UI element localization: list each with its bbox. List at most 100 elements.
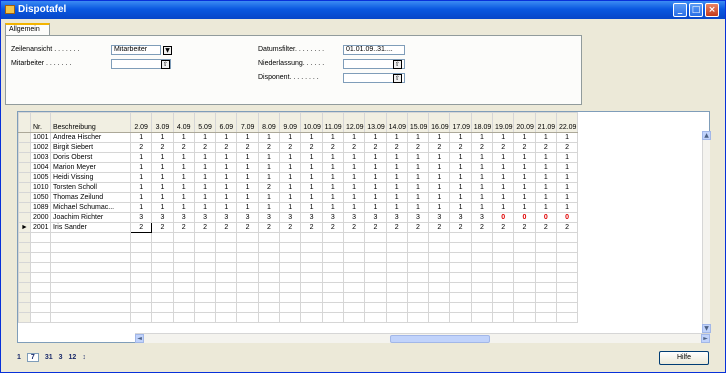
cell-day-value[interactable]: 1 <box>406 152 430 163</box>
cell-day-value[interactable] <box>492 292 515 303</box>
cell-beschreibung[interactable]: Torsten Scholl <box>50 182 131 193</box>
cell-day-value[interactable]: 1 <box>364 132 387 143</box>
cell-day-value[interactable]: 1 <box>129 192 153 203</box>
cell-day-value[interactable] <box>236 232 259 243</box>
cell-day-value[interactable]: 1 <box>470 192 494 203</box>
cell-nr[interactable]: 2001 <box>30 222 51 233</box>
cell-day-value[interactable]: 3 <box>428 212 451 223</box>
cell-day-value[interactable]: 1 <box>279 132 302 143</box>
cell-day-value[interactable] <box>428 302 451 313</box>
row-selector[interactable] <box>18 252 31 263</box>
row-selector[interactable] <box>18 162 31 173</box>
cell-day-value[interactable] <box>321 262 344 273</box>
cell-beschreibung[interactable] <box>50 292 131 303</box>
cell-day-value[interactable] <box>513 292 536 303</box>
cell-day-value[interactable]: 1 <box>215 202 238 213</box>
pager-item[interactable]: 3 <box>59 354 63 361</box>
cell-day-value[interactable]: 2 <box>257 222 281 233</box>
cell-day-value[interactable] <box>321 232 344 243</box>
cell-day-value[interactable]: 1 <box>300 182 323 193</box>
cell-day-value[interactable]: 2 <box>172 222 195 233</box>
cell-day-value[interactable] <box>534 302 557 313</box>
row-selector[interactable] <box>18 292 31 303</box>
cell-day-value[interactable] <box>470 302 494 313</box>
cell-day-value[interactable] <box>342 282 366 293</box>
cell-beschreibung[interactable] <box>50 232 131 243</box>
cell-nr[interactable] <box>30 282 51 293</box>
cell-day-value[interactable] <box>428 292 451 303</box>
cell-nr[interactable] <box>30 232 51 243</box>
cell-day-value[interactable]: 1 <box>279 202 302 213</box>
cell-nr[interactable]: 1004 <box>30 162 51 173</box>
cell-day-value[interactable] <box>492 242 515 253</box>
cell-day-value[interactable] <box>385 262 408 273</box>
cell-day-value[interactable]: 1 <box>129 172 153 183</box>
table-row[interactable]: 1050 Thomas Zeilund 1 1 1 1 1 1 1 1 1 1 1 1 1 1 1 1 1 1 1 1 1 <box>18 192 579 203</box>
cell-day-value[interactable] <box>342 232 366 243</box>
cell-day-value[interactable] <box>321 312 344 323</box>
empty-row[interactable] <box>18 242 579 253</box>
cell-day-value[interactable] <box>406 312 430 323</box>
title-bar[interactable]: Dispotafel _ □ × <box>1 1 725 19</box>
pager-item[interactable]: 31 <box>45 354 53 361</box>
cell-beschreibung[interactable]: Doris Oberst <box>50 152 131 163</box>
cell-day-value[interactable] <box>492 302 515 313</box>
cell-day-value[interactable] <box>279 282 302 293</box>
column-header-day[interactable]: 4.09 <box>172 112 195 133</box>
cell-day-value[interactable]: 1 <box>555 192 579 203</box>
cell-day-value[interactable] <box>342 242 366 253</box>
cell-day-value[interactable] <box>236 242 259 253</box>
cell-day-value[interactable] <box>364 232 387 243</box>
cell-day-value[interactable] <box>449 262 472 273</box>
empty-row[interactable] <box>18 252 579 263</box>
cell-day-value[interactable]: 1 <box>300 132 323 143</box>
row-selector[interactable] <box>18 212 31 223</box>
cell-day-value[interactable] <box>300 272 323 283</box>
cell-day-value[interactable]: 1 <box>172 182 195 193</box>
cell-day-value[interactable]: 1 <box>492 172 515 183</box>
cell-day-value[interactable]: 2 <box>449 142 472 153</box>
cell-day-value[interactable] <box>279 242 302 253</box>
cell-day-value[interactable]: 1 <box>534 182 557 193</box>
cell-day-value[interactable] <box>342 272 366 283</box>
cell-day-value[interactable]: 2 <box>236 222 259 233</box>
cell-day-value[interactable]: 2 <box>193 222 217 233</box>
cell-day-value[interactable]: 2 <box>385 142 408 153</box>
cell-day-value[interactable] <box>470 262 494 273</box>
close-button[interactable]: × <box>705 3 719 17</box>
cell-day-value[interactable] <box>279 272 302 283</box>
minimize-button[interactable]: _ <box>673 3 687 17</box>
cell-beschreibung[interactable]: Iris Sander <box>50 222 131 233</box>
cell-day-value[interactable]: 1 <box>172 192 195 203</box>
cell-day-value[interactable]: 3 <box>321 212 344 223</box>
cell-day-value[interactable]: 2 <box>172 142 195 153</box>
table-row[interactable]: 1089 Michael Schumac... 1 1 1 1 1 1 1 1 1 1 1 1 1 1 1 1 1 1… <box>18 202 579 213</box>
cell-day-value[interactable] <box>300 252 323 263</box>
cell-day-value[interactable]: 1 <box>172 132 195 143</box>
cell-day-value[interactable] <box>534 232 557 243</box>
cell-day-value[interactable] <box>534 282 557 293</box>
cell-day-value[interactable] <box>193 312 217 323</box>
cell-day-value[interactable] <box>449 272 472 283</box>
cell-day-value[interactable]: 1 <box>279 192 302 203</box>
row-selector[interactable] <box>18 282 31 293</box>
cell-day-value[interactable] <box>151 262 174 273</box>
cell-day-value[interactable]: 2 <box>534 222 557 233</box>
cell-day-value[interactable]: 1 <box>300 152 323 163</box>
cell-day-value[interactable]: 1 <box>321 182 344 193</box>
cell-day-value[interactable] <box>129 242 153 253</box>
cell-beschreibung[interactable] <box>50 242 131 253</box>
column-header-day[interactable]: 19.09 <box>492 112 515 133</box>
cell-day-value[interactable] <box>193 252 217 263</box>
cell-day-value[interactable] <box>428 252 451 263</box>
cell-day-value[interactable]: 1 <box>321 132 344 143</box>
cell-day-value[interactable] <box>257 282 281 293</box>
cell-day-value[interactable]: 1 <box>236 182 259 193</box>
cell-day-value[interactable] <box>321 252 344 263</box>
cell-day-value[interactable]: 1 <box>555 132 579 143</box>
cell-day-value[interactable] <box>428 282 451 293</box>
cell-nr[interactable]: 1050 <box>30 192 51 203</box>
row-selector[interactable] <box>18 192 31 203</box>
cell-day-value[interactable] <box>470 282 494 293</box>
cell-day-value[interactable] <box>129 282 153 293</box>
